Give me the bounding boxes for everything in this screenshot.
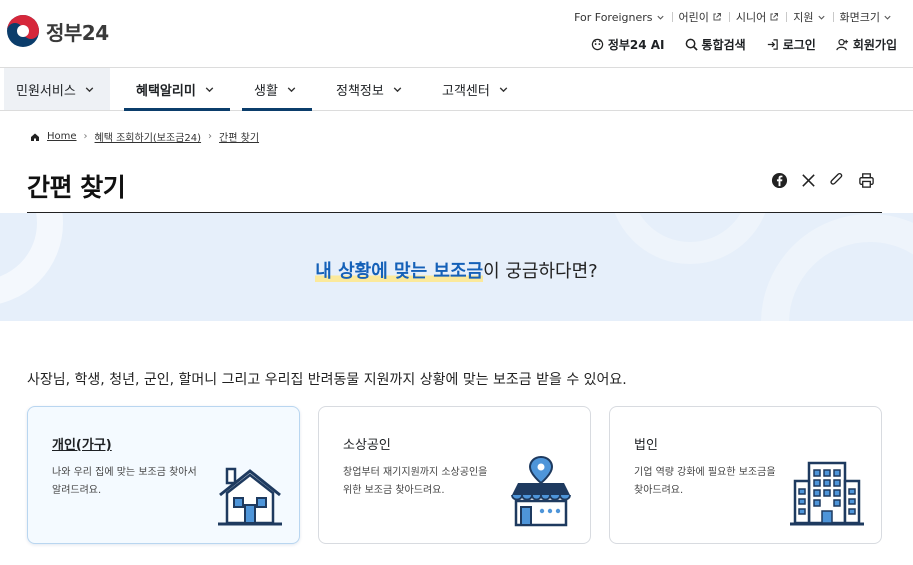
support-menu[interactable]: 지원 — [786, 9, 832, 25]
nav-policy-info[interactable]: 정책정보 — [324, 68, 415, 110]
facebook-icon[interactable] — [771, 172, 788, 189]
card-title: 법인 — [634, 438, 658, 453]
chevron-right-icon: › — [83, 131, 88, 142]
breadcrumb-parent[interactable]: 혜택 조회하기(보조금24) — [95, 129, 202, 144]
chevron-down-icon — [205, 86, 214, 92]
chevron-down-icon — [393, 86, 402, 92]
home-icon — [31, 133, 39, 141]
external-link-icon — [713, 13, 721, 21]
card-title: 소상공인 — [343, 438, 391, 453]
chevron-down-icon — [85, 86, 94, 92]
link-copy-icon[interactable] — [829, 172, 846, 189]
page-title: 간편 찾기 — [27, 173, 126, 202]
taegeuk-logo-icon — [7, 15, 39, 47]
screen-size-menu[interactable]: 화면크기 — [832, 9, 899, 25]
chevron-down-icon — [817, 15, 825, 20]
chevron-down-icon — [499, 86, 508, 92]
for-foreigners-link[interactable]: For Foreigners — [567, 11, 671, 24]
breadcrumb-current[interactable]: 간편 찾기 — [219, 129, 259, 144]
senior-link[interactable]: 시니어 — [728, 9, 786, 25]
nav-life[interactable]: 생활 — [242, 68, 312, 111]
chevron-down-icon — [656, 15, 664, 20]
logo-text: 정부24 — [46, 20, 109, 45]
house-icon — [218, 467, 282, 526]
header-actions: 정부24 AI 통합검색 로그인 회원가입 — [591, 36, 897, 53]
external-link-icon — [770, 13, 779, 21]
user-add-icon — [836, 38, 848, 51]
card-individual[interactable]: 개인(가구) 나와 우리 집에 맞는 보조금 찾아서 알려드려요. — [27, 406, 300, 544]
building-icon — [790, 461, 864, 526]
kids-link[interactable]: 어린이 — [671, 9, 729, 25]
print-icon[interactable] — [858, 172, 875, 189]
login-icon — [767, 39, 778, 50]
chevron-down-icon — [884, 15, 891, 20]
search-icon — [685, 38, 698, 51]
ai-icon — [591, 38, 604, 51]
nav-customer-center[interactable]: 고객센터 — [430, 68, 521, 110]
banner-headline: 내 상황에 맞는 보조금이 궁금하다면? — [0, 257, 913, 283]
ai-button[interactable]: 정부24 AI — [591, 36, 665, 53]
breadcrumb: Home › 혜택 조회하기(보조금24) › 간편 찾기 — [30, 129, 259, 144]
card-desc: 창업부터 재기지원까지 소상공인을 위한 보조금 찾아드려요. — [343, 467, 488, 496]
nav-civil-service[interactable]: 민원서비스 — [4, 68, 110, 110]
card-desc: 기업 역량 강화에 필요한 보조금을 찾아드려요. — [634, 467, 776, 496]
shop-icon — [511, 455, 571, 527]
breadcrumb-home[interactable]: Home — [47, 131, 77, 142]
share-tools — [771, 172, 875, 189]
card-title: 개인(가구) — [52, 438, 112, 453]
chevron-down-icon — [287, 86, 296, 92]
banner-rest: 이 궁금하다면? — [483, 261, 598, 282]
utility-bar: For Foreigners 어린이 시니어 지원 화면크기 — [567, 9, 899, 25]
x-icon[interactable] — [800, 172, 817, 189]
card-desc: 나와 우리 집에 맞는 보조금 찾아서 알려드려요. — [52, 467, 197, 496]
site-logo[interactable]: 정부24 — [6, 14, 109, 48]
chevron-right-icon: › — [208, 131, 213, 142]
login-button[interactable]: 로그인 — [766, 36, 816, 53]
card-small-business[interactable]: 소상공인 창업부터 재기지원까지 소상공인을 위한 보조금 찾아드려요. — [318, 406, 591, 544]
main-navigation: 민원서비스 혜택알리미 생활 정책정보 고객센터 — [0, 67, 913, 111]
lead-text: 사장님, 학생, 청년, 군인, 할머니 그리고 우리집 반려동물 지원까지 상… — [27, 372, 627, 388]
hero-banner: 내 상황에 맞는 보조금이 궁금하다면? — [0, 213, 913, 321]
banner-highlight: 내 상황에 맞는 보조금 — [315, 261, 484, 282]
search-button[interactable]: 통합검색 — [685, 36, 746, 53]
nav-benefit-alert[interactable]: 혜택알리미 — [124, 68, 230, 111]
join-button[interactable]: 회원가입 — [836, 36, 897, 53]
card-corporation[interactable]: 법인 기업 역량 강화에 필요한 보조금을 찾아드려요. — [609, 406, 882, 544]
